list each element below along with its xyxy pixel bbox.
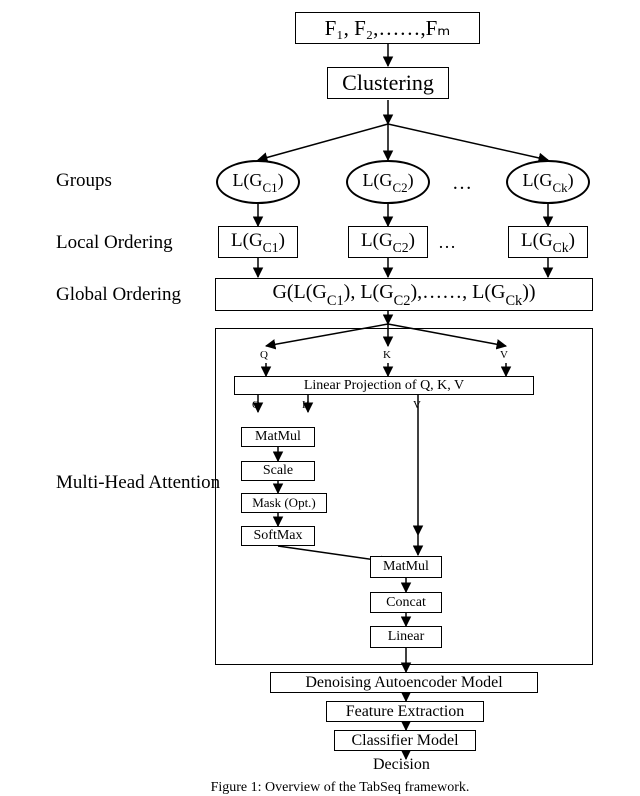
group-ellipse-1: L(GC1)	[216, 160, 300, 204]
linear-projection-box: Linear Projection of Q, K, V	[234, 376, 534, 395]
k-label-top: K	[383, 349, 391, 361]
local-dots: …	[438, 232, 456, 253]
group-dots: …	[452, 172, 472, 195]
clustering-box: Clustering	[327, 67, 449, 99]
input-features-text: F₁, F₂,……,Fₘ	[325, 16, 451, 41]
figure-caption: Figure 1: Overview of the TabSeq framewo…	[150, 780, 530, 796]
local-ordering-label: Local Ordering	[56, 232, 173, 254]
mha-label: Multi-Head Attention	[56, 472, 220, 494]
q-label-bottom: Q	[252, 399, 260, 411]
concat-box: Concat	[370, 592, 442, 613]
group1-text: L(GC1)	[232, 170, 283, 195]
local-box-k: L(GCk)	[508, 226, 588, 258]
classifier-box: Classifier Model	[334, 730, 476, 751]
input-features-box: F₁, F₂,……,Fₘ	[295, 12, 480, 44]
clustering-text: Clustering	[342, 70, 434, 96]
mask-box: Mask (Opt.)	[241, 493, 327, 513]
matmul1-box: MatMul	[241, 427, 315, 447]
scale-box: Scale	[241, 461, 315, 481]
local-box-2: L(GC2)	[348, 226, 428, 258]
group2-text: L(GC2)	[362, 170, 413, 195]
softmax-box: SoftMax	[241, 526, 315, 546]
v-label-top: V	[500, 349, 508, 361]
v-label-bottom: V	[413, 399, 421, 411]
group-ellipse-k: L(GCk)	[506, 160, 590, 204]
matmul2-box: MatMul	[370, 556, 442, 578]
decision-text: Decision	[373, 756, 430, 774]
groupk-text: L(GCk)	[522, 170, 573, 195]
groups-label: Groups	[56, 170, 112, 192]
feature-extraction-box: Feature Extraction	[326, 701, 484, 722]
global-ordering-box: G(L(GC1), L(GC2),……, L(GCk))	[215, 278, 593, 311]
linear-box: Linear	[370, 626, 442, 648]
global-ordering-label: Global Ordering	[56, 284, 181, 306]
k-label-bottom: K	[302, 399, 310, 411]
group-ellipse-2: L(GC2)	[346, 160, 430, 204]
q-label-top: Q	[260, 349, 268, 361]
local-box-1: L(GC1)	[218, 226, 298, 258]
dae-box: Denoising Autoencoder Model	[270, 672, 538, 693]
